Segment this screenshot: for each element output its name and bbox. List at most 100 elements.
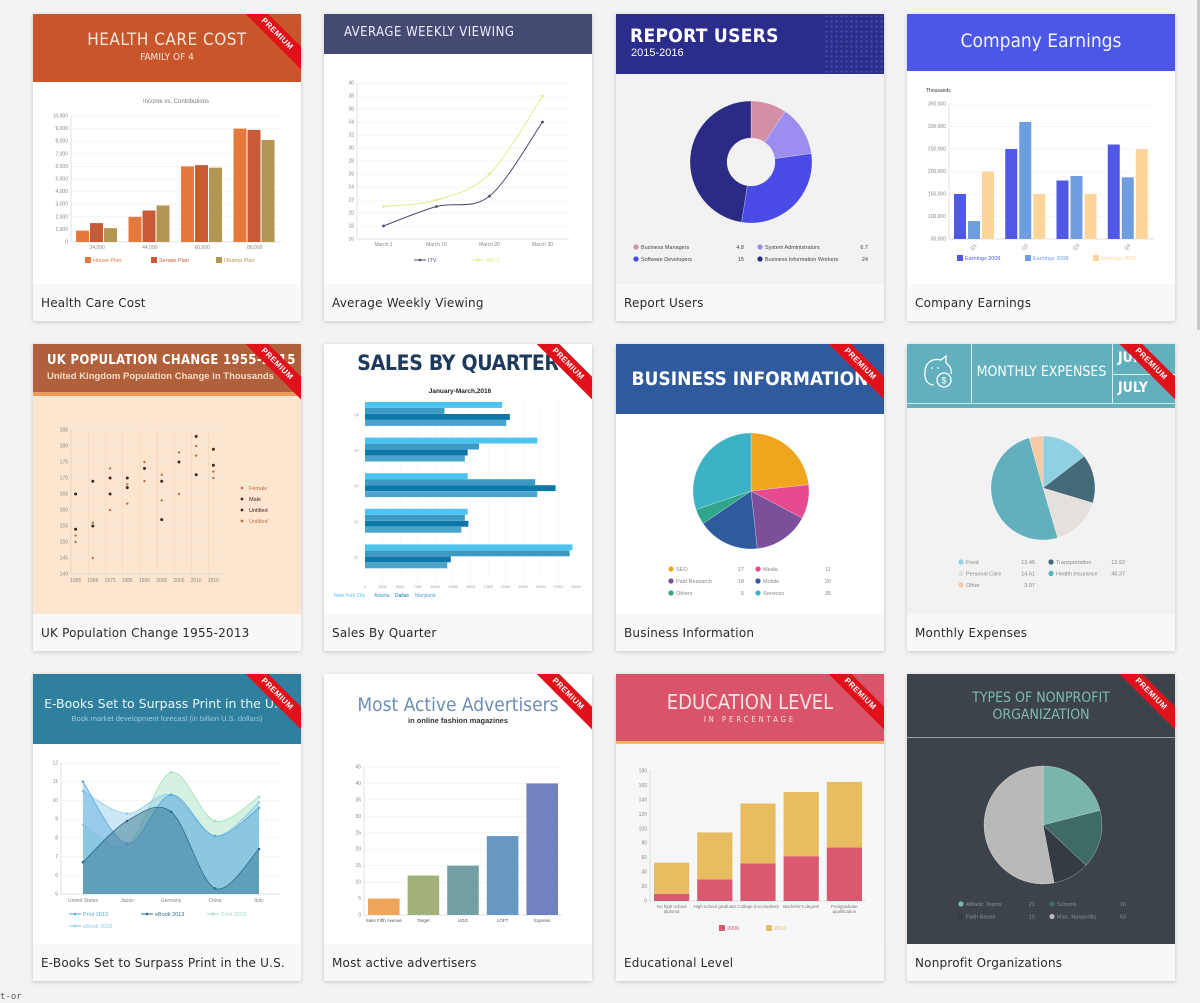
bar[interactable] xyxy=(365,449,468,456)
bar[interactable] xyxy=(365,491,538,498)
scatter-point[interactable] xyxy=(74,492,78,496)
bar-segment[interactable] xyxy=(826,781,862,848)
bar[interactable] xyxy=(365,437,538,444)
card-caption[interactable]: Sales By Quarter xyxy=(324,614,592,651)
scatter-point[interactable] xyxy=(212,476,215,480)
bar[interactable] xyxy=(1121,177,1134,239)
bar[interactable] xyxy=(365,508,468,515)
bar[interactable] xyxy=(1033,194,1046,239)
card-caption[interactable]: E-Books Set to Surpass Print in the U.S. xyxy=(33,944,301,981)
bar[interactable] xyxy=(209,167,222,242)
data-point[interactable] xyxy=(382,224,385,228)
scatter-point[interactable] xyxy=(211,447,215,451)
bar[interactable] xyxy=(982,171,994,240)
template-card[interactable]: EDUCATION LEVEL IN PERCENTAGE 0 20 40 60 80 100… xyxy=(616,674,884,981)
bar[interactable] xyxy=(365,544,573,551)
data-point[interactable] xyxy=(213,887,217,890)
bar[interactable] xyxy=(1019,122,1032,239)
chart-thumbnail[interactable]: AVERAGE WEEKLY VIEWING 16 18 20 22 24 26 28 30 32… xyxy=(324,14,592,284)
data-point[interactable] xyxy=(488,172,491,176)
bar[interactable] xyxy=(365,408,445,414)
bar-segment[interactable] xyxy=(740,803,776,864)
scatter-point[interactable] xyxy=(74,527,78,531)
data-point[interactable] xyxy=(169,793,173,797)
bar[interactable] xyxy=(365,485,556,492)
card-caption[interactable]: Nonprofit Organizations xyxy=(907,944,1175,981)
bar[interactable] xyxy=(128,216,142,242)
bar[interactable] xyxy=(365,520,469,527)
scatter-point[interactable] xyxy=(126,502,129,505)
bar[interactable] xyxy=(368,898,400,915)
template-card[interactable]: AVERAGE WEEKLY VIEWING 16 18 20 22 24 26 28 30 32… xyxy=(324,14,592,321)
bar[interactable] xyxy=(233,128,247,242)
data-point[interactable] xyxy=(125,819,129,823)
bar[interactable] xyxy=(156,205,170,242)
scatter-point[interactable] xyxy=(160,473,163,476)
bar-segment[interactable] xyxy=(783,791,819,857)
scatter-point[interactable] xyxy=(160,479,164,483)
chart-thumbnail[interactable]: E-Books Set to Surpass Print in the U.S.… xyxy=(33,674,301,944)
data-point[interactable] xyxy=(257,847,261,851)
bar-segment[interactable] xyxy=(654,893,690,901)
card-caption[interactable]: Report Users xyxy=(616,284,884,321)
data-point[interactable] xyxy=(488,194,491,198)
scatter-point[interactable] xyxy=(160,499,163,502)
scatter-point[interactable] xyxy=(194,444,198,448)
bar[interactable] xyxy=(365,473,468,480)
bar-segment[interactable] xyxy=(783,856,819,901)
scatter-point[interactable] xyxy=(143,460,146,464)
scatter-point[interactable] xyxy=(194,434,198,438)
card-caption[interactable]: Business Information xyxy=(616,614,884,651)
data-point[interactable] xyxy=(169,810,173,813)
scatter-point[interactable] xyxy=(91,556,95,560)
bar[interactable] xyxy=(1056,180,1069,240)
template-card[interactable]: REPORT USERS 2015-2016 Business Managers 4.… xyxy=(616,14,884,321)
data-point[interactable] xyxy=(81,860,85,864)
bar[interactable] xyxy=(954,194,966,239)
bar[interactable] xyxy=(1135,149,1148,239)
scatter-point[interactable] xyxy=(160,518,164,522)
data-point[interactable] xyxy=(169,771,173,774)
chart-thumbnail[interactable]: Most Active Advertisers in online fashion… xyxy=(324,674,592,944)
chart-thumbnail[interactable]: EDUCATION LEVEL IN PERCENTAGE 0 20 40 60 80 100… xyxy=(616,674,884,944)
card-caption[interactable]: Monthly Expenses xyxy=(907,614,1175,651)
bar[interactable] xyxy=(1070,176,1083,239)
bar[interactable] xyxy=(1107,144,1120,240)
bar[interactable] xyxy=(1005,149,1018,239)
bar[interactable] xyxy=(365,556,451,563)
template-card[interactable]: SALES BY QUARTER January-March,2016 0 2500 5… xyxy=(324,344,592,651)
bar[interactable] xyxy=(365,526,462,533)
scatter-point[interactable] xyxy=(125,476,129,480)
card-caption[interactable]: UK Population Change 1955-2013 xyxy=(33,614,301,651)
chart-thumbnail[interactable]: Company Earnings Thousands 50,000 100,000 15… xyxy=(907,14,1175,284)
data-point[interactable] xyxy=(213,834,217,838)
scatter-point[interactable] xyxy=(108,467,112,470)
bar[interactable] xyxy=(486,836,519,915)
scatter-point[interactable] xyxy=(194,454,198,457)
bar[interactable] xyxy=(76,230,89,242)
scatter-point[interactable] xyxy=(177,492,181,496)
bar[interactable] xyxy=(365,550,570,557)
bar[interactable] xyxy=(365,420,507,426)
bar[interactable] xyxy=(195,165,208,242)
bar[interactable] xyxy=(90,223,103,242)
scatter-point[interactable] xyxy=(108,508,112,512)
scatter-point[interactable] xyxy=(108,492,112,496)
data-point[interactable] xyxy=(257,806,261,810)
scatter-point[interactable] xyxy=(126,483,129,486)
card-caption[interactable]: Company Earnings xyxy=(907,284,1175,321)
scatter-point[interactable] xyxy=(125,486,129,490)
card-caption[interactable]: Health Care Cost xyxy=(33,284,301,321)
bar[interactable] xyxy=(365,455,465,462)
pie-slice[interactable] xyxy=(750,432,809,492)
bar-segment[interactable] xyxy=(826,847,862,901)
scatter-point[interactable] xyxy=(91,524,95,528)
chart-thumbnail[interactable]: $ MONTHLY EXPENSES JUNE JULYFood13.45Tra… xyxy=(907,344,1175,614)
template-card[interactable]: BUSINESS INFORMATION SEO 27 Media 11 Paid Res… xyxy=(616,344,884,651)
bar[interactable] xyxy=(181,166,194,242)
scatter-point[interactable] xyxy=(108,476,112,480)
template-card[interactable]: UK POPULATION CHANGE 1955-2015 United Kin… xyxy=(33,344,301,651)
data-point[interactable] xyxy=(541,94,544,98)
chart-thumbnail[interactable]: UK POPULATION CHANGE 1955-2015 United Kin… xyxy=(33,344,301,614)
card-caption[interactable]: Most active advertisers xyxy=(324,944,592,981)
